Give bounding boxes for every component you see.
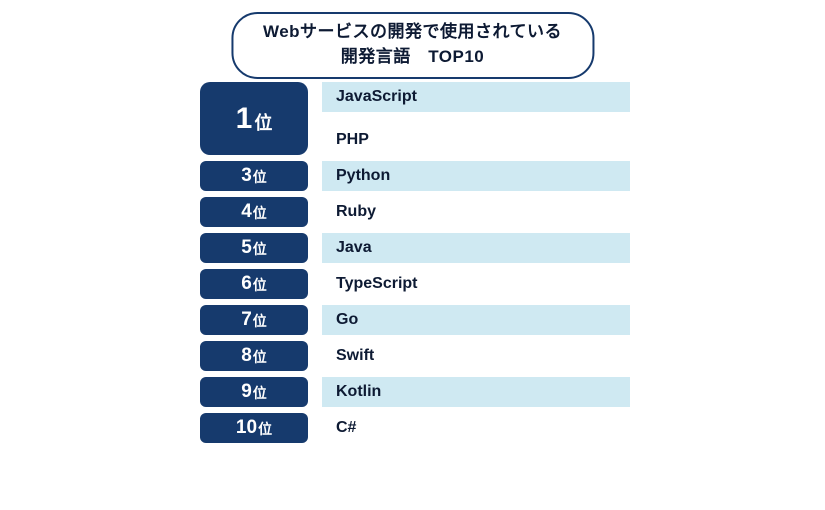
rank-number: 10 [236, 417, 257, 439]
language-name: Go [322, 305, 630, 335]
rank-badge: 7位 [200, 305, 308, 335]
rank-number: 7 [241, 309, 252, 331]
rank-badge: 9位 [200, 377, 308, 407]
rank-row: 7位 Go [200, 305, 630, 335]
language-name: Ruby [322, 197, 630, 227]
rank-badge: 5位 [200, 233, 308, 263]
rank-row-1: 1 位 JavaScript PHP [200, 82, 630, 155]
rank-number: 8 [241, 345, 252, 367]
rank-badge: 10位 [200, 413, 308, 443]
rank-badge: 8位 [200, 341, 308, 371]
rank-row: 5位 Java [200, 233, 630, 263]
language-name: JavaScript [322, 82, 630, 112]
language-name: C# [322, 413, 630, 443]
rank-suffix: 位 [253, 201, 267, 223]
language-name: Kotlin [322, 377, 630, 407]
chart-title: Webサービスの開発で使用されている 開発言語 TOP10 [231, 12, 594, 79]
title-line-2: 開発言語 TOP10 [263, 45, 562, 70]
rank-suffix: 位 [253, 345, 267, 367]
rank-number: 6 [241, 273, 252, 295]
rank-badge: 4位 [200, 197, 308, 227]
rank-row: 9位 Kotlin [200, 377, 630, 407]
language-name: TypeScript [322, 269, 630, 299]
rank-suffix: 位 [253, 273, 267, 295]
title-line-1: Webサービスの開発で使用されている [263, 20, 562, 45]
ranking-list: 1 位 JavaScript PHP 3位Python4位Ruby5位Java6… [200, 82, 630, 449]
rank-suffix: 位 [253, 381, 267, 403]
rank-row: 8位 Swift [200, 341, 630, 371]
rank-suffix: 位 [254, 103, 272, 135]
language-name: Python [322, 161, 630, 191]
language-name: PHP [322, 125, 630, 155]
rank-suffix: 位 [258, 417, 272, 439]
rank-suffix: 位 [253, 309, 267, 331]
rank-badge: 6位 [200, 269, 308, 299]
rank-row: 10位 C# [200, 413, 630, 443]
rank-number: 3 [241, 165, 252, 187]
language-name: Java [322, 233, 630, 263]
rank-number: 4 [241, 201, 252, 223]
rank-number: 5 [241, 237, 252, 259]
rank-row: 4位 Ruby [200, 197, 630, 227]
rank-number: 9 [241, 381, 252, 403]
rank-suffix: 位 [253, 237, 267, 259]
rank-row: 6位 TypeScript [200, 269, 630, 299]
rank-1-names: JavaScript PHP [322, 82, 630, 155]
language-name: Swift [322, 341, 630, 371]
rank-row: 3位 Python [200, 161, 630, 191]
rank-badge: 3位 [200, 161, 308, 191]
rank-suffix: 位 [253, 165, 267, 187]
rank-badge-1: 1 位 [200, 82, 308, 155]
rank-number: 1 [236, 102, 253, 136]
